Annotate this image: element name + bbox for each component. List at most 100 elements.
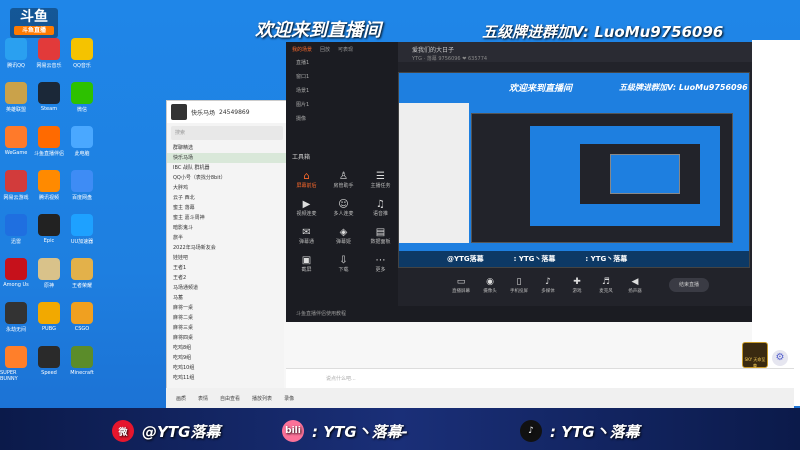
- desktop-icon[interactable]: 网易云游戏: [0, 170, 32, 214]
- tool-button[interactable]: ⌂ 屏幕前后: [288, 166, 325, 194]
- chat-search-input[interactable]: 搜索: [171, 126, 283, 140]
- tool-button[interactable]: ◈ 弹幕姬: [325, 222, 362, 250]
- desktop-icon[interactable]: Epic: [33, 214, 65, 258]
- tool-button[interactable]: ☰ 主播任务: [362, 166, 399, 194]
- banner-title: 欢迎来到直播间: [255, 20, 381, 41]
- scene-item[interactable]: 场景1: [286, 84, 398, 98]
- group-list-item[interactable]: 蜜主 嘉斗周神: [167, 213, 287, 223]
- group-list-item[interactable]: 麻将一桌: [167, 303, 287, 313]
- message-input[interactable]: 说点什么吧...: [286, 368, 794, 388]
- group-list-item[interactable]: 快乐马场: [167, 153, 287, 163]
- scene-item[interactable]: 窗口1: [286, 70, 398, 84]
- tool-button[interactable]: ♫ 语音推: [362, 194, 399, 222]
- app-icon: [38, 346, 60, 368]
- desktop-icon[interactable]: 原神: [33, 258, 65, 302]
- control-button[interactable]: ◉ 摄像头: [479, 277, 501, 294]
- tool-button[interactable]: ☺ 多人连麦: [325, 194, 362, 222]
- group-list-item[interactable]: QQ小号（表找分8bit）: [167, 173, 287, 183]
- scene-tab[interactable]: 我的场景: [292, 46, 312, 53]
- group-list-item[interactable]: 麻将四桌: [167, 333, 287, 343]
- stream-preview: 欢迎来到直播间 五级牌进群加V: LuoMu9756096 @YTG落幕 : Y…: [398, 72, 750, 268]
- group-list-item[interactable]: 吃鸡11组: [167, 373, 287, 383]
- group-list-item[interactable]: IBC 战队 群机器: [167, 163, 287, 173]
- preview-footer: @YTG落幕 : YTG丶落幕 : YTG丶落幕: [399, 251, 749, 267]
- desktop-icon[interactable]: Minecraft: [66, 346, 98, 390]
- group-list-item[interactable]: 蜜主 落幕: [167, 203, 287, 213]
- group-list-item[interactable]: 群聊精选: [167, 143, 287, 153]
- group-list-item[interactable]: 娃娃吧: [167, 253, 287, 263]
- control-label: 摄像头: [483, 288, 497, 294]
- desktop-icon[interactable]: Among Us: [0, 258, 32, 302]
- group-list-item[interactable]: 云子 西北: [167, 193, 287, 203]
- desktop-icon-label: 原神: [43, 283, 54, 289]
- group-list-item[interactable]: 吃鸡8组: [167, 343, 287, 353]
- nested-preview-2: [530, 126, 720, 226]
- control-button[interactable]: ♪ 多媒体: [537, 277, 559, 294]
- control-label: 直播屏幕: [452, 288, 470, 294]
- control-button[interactable]: ♬ 麦克风: [595, 277, 617, 294]
- desktop-icon[interactable]: 微信: [66, 82, 98, 126]
- desktop-icon[interactable]: SUPER BUNNY: [0, 346, 32, 390]
- settings-float-icon[interactable]: ⚙: [772, 350, 788, 366]
- group-list-item[interactable]: 旅半: [167, 233, 287, 243]
- desktop-icon[interactable]: Speed: [33, 346, 65, 390]
- desktop-icon[interactable]: PUBG: [33, 302, 65, 346]
- end-stream-button[interactable]: 结束直播: [669, 278, 709, 292]
- control-button[interactable]: ▯ 手机投屏: [508, 277, 530, 294]
- group-list-item[interactable]: 马场通频道: [167, 283, 287, 293]
- desktop-icon[interactable]: 斗鱼直播伴侣: [33, 126, 65, 170]
- chat-toolbar-item[interactable]: 画质: [176, 395, 186, 402]
- chat-toolbar-item[interactable]: 表情: [198, 395, 208, 402]
- group-list-item[interactable]: 马蓄: [167, 293, 287, 303]
- chat-header: 快乐马场 24549869: [167, 101, 287, 123]
- desktop-icon[interactable]: 腾讯视频: [33, 170, 65, 214]
- group-list-item[interactable]: 王者2: [167, 273, 287, 283]
- scene-item[interactable]: 摄像: [286, 112, 398, 126]
- desktop-icon[interactable]: UU加速器: [66, 214, 98, 258]
- control-button[interactable]: ◀ 扬声器: [624, 277, 646, 294]
- desktop-icon[interactable]: WeGame: [0, 126, 32, 170]
- tutorial-link[interactable]: 斗鱼直播伴侣使用教程: [286, 306, 752, 322]
- group-list-item[interactable]: 吃鸡10组: [167, 363, 287, 373]
- chat-toolbar-item[interactable]: 播放列表: [252, 395, 272, 402]
- group-list-item[interactable]: 暗影鬼斗: [167, 223, 287, 233]
- desktop-icon[interactable]: 迅雷: [0, 214, 32, 258]
- group-list-item[interactable]: 吃鸡9组: [167, 353, 287, 363]
- scene-item[interactable]: 直播1: [286, 56, 398, 70]
- app-icon: [5, 258, 27, 280]
- group-list-item[interactable]: 麻将三桌: [167, 323, 287, 333]
- tool-button[interactable]: ⋯ 更多: [362, 250, 399, 278]
- desktop-icon[interactable]: 永劫无间: [0, 302, 32, 346]
- tool-button[interactable]: ▤ 数据面板: [362, 222, 399, 250]
- desktop-icon[interactable]: 百度网盘: [66, 170, 98, 214]
- desktop-icon[interactable]: CSGO: [66, 302, 98, 346]
- chat-toolbar-item[interactable]: 自由查看: [220, 395, 240, 402]
- chat-toolbar-item[interactable]: 录像: [284, 395, 294, 402]
- desktop-icon[interactable]: 王者荣耀: [66, 258, 98, 302]
- tool-icon: ⌂: [303, 171, 310, 182]
- desktop-icon-label: 此电脑: [74, 151, 90, 157]
- tool-button[interactable]: ⇩ 下载: [325, 250, 362, 278]
- group-list-item[interactable]: 大胖鸡: [167, 183, 287, 193]
- desktop-icon[interactable]: 英雄联盟: [0, 82, 32, 126]
- group-list-item[interactable]: 麻将二桌: [167, 313, 287, 323]
- tool-button[interactable]: ♙ 房管助手: [325, 166, 362, 194]
- control-button[interactable]: ✚ 游戏: [566, 277, 588, 294]
- scene-tab[interactable]: 可表现: [338, 46, 353, 53]
- tool-button[interactable]: ✉ 弹幕通: [288, 222, 325, 250]
- scene-tab[interactable]: 回放: [320, 46, 330, 53]
- desktop-icon[interactable]: 此电脑: [66, 126, 98, 170]
- control-label: 游戏: [572, 288, 582, 294]
- group-list-item[interactable]: 2022年马场新友会: [167, 243, 287, 253]
- tool-button[interactable]: ▶ 视频连麦: [288, 194, 325, 222]
- scene-item[interactable]: 图片1: [286, 98, 398, 112]
- group-list-item[interactable]: 王者1: [167, 263, 287, 273]
- tool-icon: ♫: [376, 199, 385, 210]
- desktop-icon[interactable]: 腾讯QQ: [0, 38, 32, 82]
- desktop-icon[interactable]: QQ音乐: [66, 38, 98, 82]
- control-button[interactable]: ▭ 直播屏幕: [450, 277, 472, 294]
- tool-button[interactable]: ▣ 截屏: [288, 250, 325, 278]
- desktop-icon[interactable]: Steam: [33, 82, 65, 126]
- game-badge[interactable]: SKY 天命至尊: [742, 342, 768, 368]
- desktop-icon[interactable]: 网易云音乐: [33, 38, 65, 82]
